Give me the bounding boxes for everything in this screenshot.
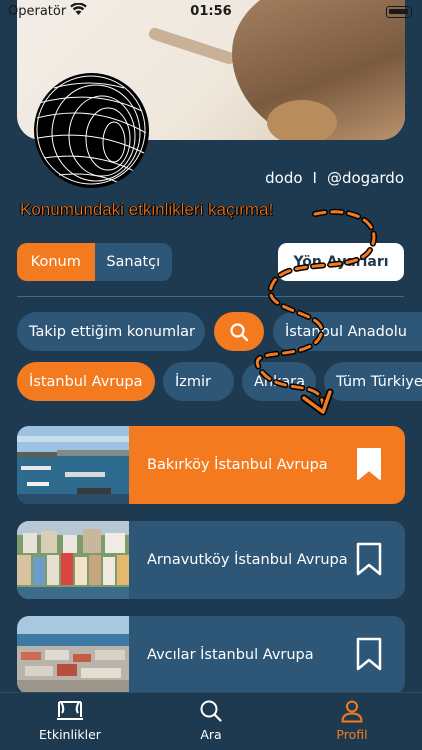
promo-text: Konumundaki etkinlikleri kaçırma! [20,200,274,219]
location-title: Avcılar İstanbul Avrupa [147,647,314,663]
bookmark-outline-icon[interactable] [356,542,382,576]
status-bar: Operatör 01:56 [0,0,422,24]
chip-search-button[interactable] [214,312,264,351]
chip-followed-locations[interactable]: Takip ettiğim konumlar [17,312,205,351]
tab-label: Ara [200,727,222,742]
stage-icon [57,701,83,720]
chip-row-1: Takip ettiğim konumlar İstanbul Anadolu [0,312,422,352]
location-image [17,521,129,599]
avatar[interactable] [34,73,149,188]
location-card-avcilar[interactable]: Avcılar İstanbul Avrupa [17,616,405,694]
chip-row-2: İstanbul Avrupa İzmir Ankara Tüm Türkiye [0,362,422,402]
location-card-arnavutkoy[interactable]: Arnavutköy İstanbul Avrupa [17,521,405,599]
battery-icon [386,6,412,18]
tab-profil[interactable]: Profil [302,699,402,745]
user-handle: @dogardo [326,169,404,187]
location-card-bakirkoy[interactable]: Bakırköy İstanbul Avrupa [17,426,405,504]
type-segment-control: Konum Sanatçı [17,243,172,281]
avatar-globe-icon [36,75,147,185]
clock: 01:56 [190,4,232,19]
segment-sanatci[interactable]: Sanatçı [95,243,173,281]
search-icon [200,700,222,722]
profile-screen: Operatör 01:56 dodo I @dogardo Konumunda… [0,0,422,750]
tab-label: Profil [336,727,368,742]
chip-istanbul-avrupa[interactable]: İstanbul Avrupa [17,362,155,401]
search-icon [230,322,249,341]
location-image [17,426,129,504]
chip-ankara[interactable]: Ankara [242,362,316,401]
chip-istanbul-anadolu[interactable]: İstanbul Anadolu [273,312,422,351]
tab-etkinlikler[interactable]: Etkinlikler [20,699,120,745]
bookmark-filled-icon[interactable] [356,447,382,481]
location-title: Bakırköy İstanbul Avrupa [147,457,328,473]
bookmark-outline-icon[interactable] [356,637,382,671]
user-icon [341,700,363,723]
segment-konum[interactable]: Konum [17,243,95,281]
tab-bar: Etkinlikler Ara Profil [0,692,422,750]
chip-izmir[interactable]: İzmir [163,362,234,401]
location-title: Arnavutköy İstanbul Avrupa [147,552,348,568]
chip-tum-turkiye[interactable]: Tüm Türkiye [324,362,422,401]
tab-ara[interactable]: Ara [161,699,261,745]
user-info: dodo I @dogardo [265,169,404,187]
divider [17,296,404,297]
user-separator: I [312,169,317,187]
location-image [17,616,129,694]
tab-label: Etkinlikler [39,727,101,742]
direction-settings-button[interactable]: Yön Ayarları [278,243,404,281]
user-name: dodo [265,169,303,187]
